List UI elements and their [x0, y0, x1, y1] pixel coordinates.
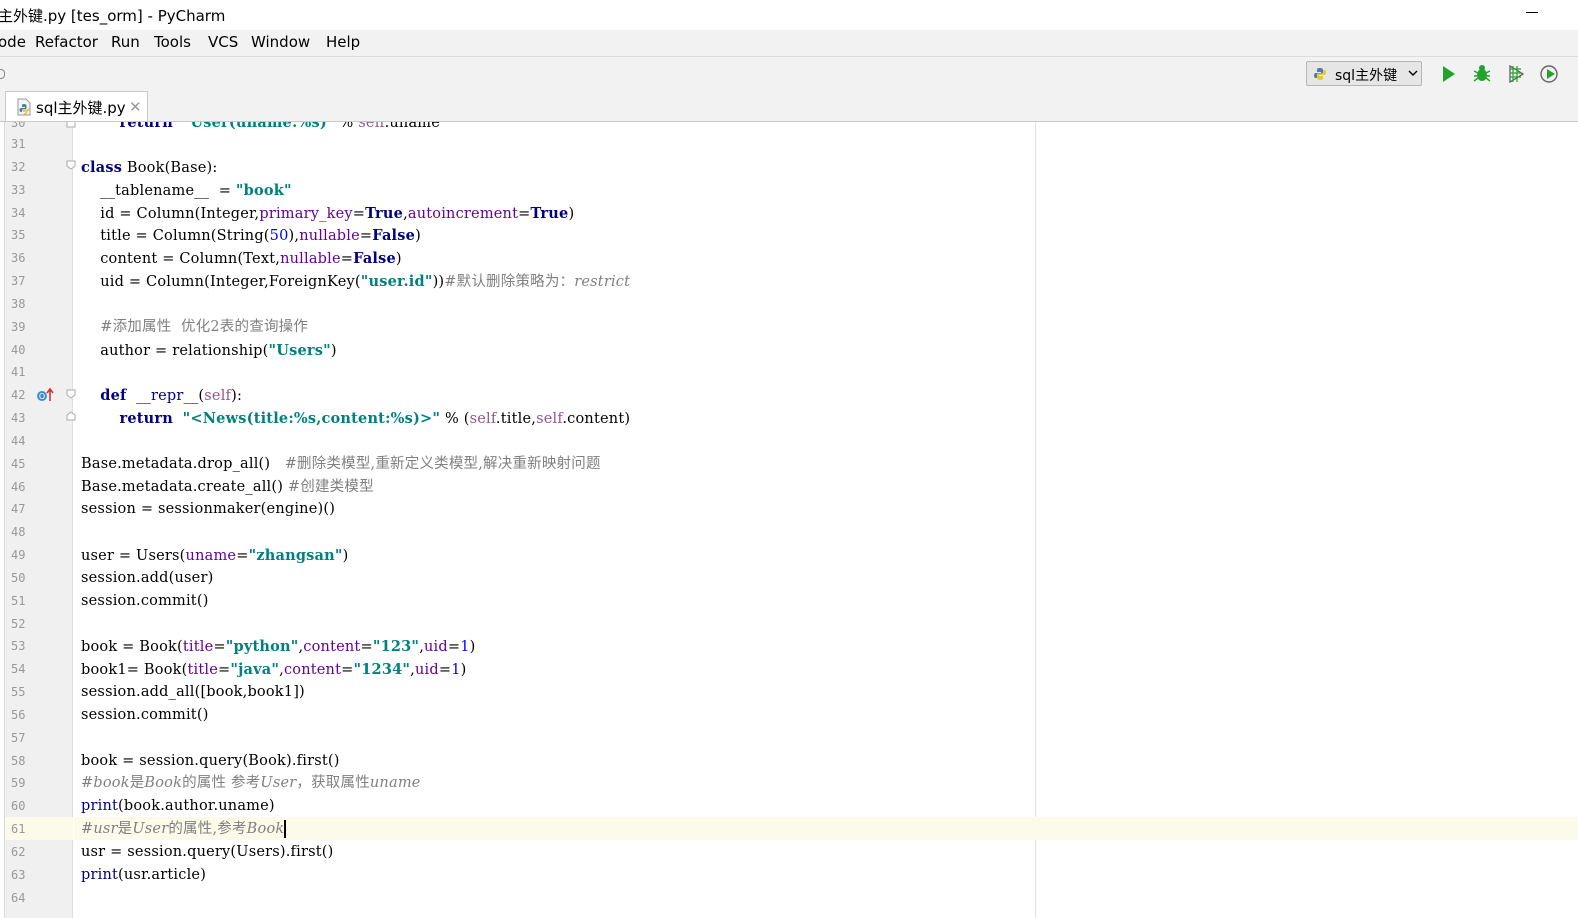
- line-number: 33: [11, 183, 26, 197]
- fold-end-marker-icon[interactable]: [66, 411, 76, 421]
- line-number: 59: [11, 776, 26, 790]
- menu-bar: ode Refactor Run Tools VCS Window Help: [0, 30, 1578, 56]
- line-number: 46: [11, 480, 26, 494]
- run-icon[interactable]: [1437, 63, 1459, 85]
- line-number: 62: [11, 845, 26, 859]
- line-number: 55: [11, 685, 26, 699]
- code-line: session.commit(): [81, 593, 209, 609]
- main-toolbar: sql主外键: [0, 56, 1578, 92]
- fold-marker-icon[interactable]: [66, 389, 76, 399]
- line-number: 64: [11, 891, 26, 905]
- code-line: session.commit(): [81, 707, 209, 723]
- fold-marker-icon[interactable]: [66, 160, 76, 170]
- run-with-coverage-icon[interactable]: [1505, 63, 1527, 85]
- line-number: 44: [11, 434, 26, 448]
- code-line: def __repr__(self):: [100, 387, 243, 404]
- code-line: print(usr.article): [81, 867, 207, 883]
- line-number: 32: [11, 160, 26, 174]
- run-configuration-select[interactable]: sql主外键: [1306, 61, 1422, 86]
- profile-icon[interactable]: [1539, 63, 1561, 85]
- line-number: 39: [11, 320, 26, 334]
- line-number: 56: [11, 708, 26, 722]
- code-line: class Book(Base):: [81, 159, 218, 176]
- line-number: 51: [11, 594, 26, 608]
- line-number: 54: [11, 662, 26, 676]
- run-config-label: sql主外键: [1335, 68, 1398, 84]
- code-line: return "<News(title:%s,content:%s)>" % (…: [119, 410, 631, 427]
- line-number: 40: [11, 343, 26, 357]
- line-number: 60: [11, 799, 26, 813]
- code-line: book = Book(title="python",content="123"…: [81, 638, 476, 655]
- fold-marker-icon[interactable]: [66, 122, 76, 128]
- tab-sql-main-foreign-key[interactable]: sql主外键.py ✕: [5, 91, 148, 121]
- code-line: Base.metadata.drop_all() #删除类模型,重新定义类模型,…: [81, 456, 601, 472]
- line-number: 61: [11, 822, 26, 836]
- code-line: return "User(uname:%s)" % self.uname: [119, 122, 441, 131]
- code-line: Base.metadata.create_all() #创建类模型: [81, 479, 374, 495]
- code-line: print(book.author.uname): [81, 798, 275, 814]
- code-line: #book是Book的属性 参考User，获取属性uname: [81, 775, 421, 791]
- svg-text:O: O: [39, 392, 45, 401]
- menu-vcs[interactable]: VCS: [208, 33, 238, 51]
- line-number: 43: [11, 411, 26, 425]
- line-number: 49: [11, 548, 26, 562]
- line-number: 35: [11, 228, 26, 242]
- line-number: 50: [11, 571, 26, 585]
- line-number: 42: [11, 388, 26, 402]
- line-number: 48: [11, 525, 26, 539]
- text-caret: [284, 820, 287, 838]
- code-line: content = Column(Text,nullable=False): [81, 250, 402, 267]
- code-line: session = sessionmaker(engine)(): [81, 501, 336, 517]
- caret-row-highlight: [74, 817, 1578, 840]
- menu-code[interactable]: ode: [0, 33, 26, 51]
- right-margin-guide: [1035, 122, 1036, 918]
- title-bar: 主外键.py [tes_orm] - PyCharm: [0, 0, 1578, 30]
- chevron-down-icon: [1408, 70, 1418, 76]
- line-number: 47: [11, 502, 26, 516]
- tab-label: sql主外键.py: [36, 99, 126, 117]
- code-line: title = Column(String(50),nullable=False…: [81, 227, 421, 244]
- python-icon: [1314, 68, 1326, 80]
- line-number: 57: [11, 731, 26, 745]
- menu-refactor[interactable]: Refactor: [35, 33, 98, 51]
- line-number: 41: [11, 365, 26, 379]
- code-line: session.add_all([book,book1]): [81, 684, 305, 700]
- code-editor[interactable]: 30 31 32 33 34 35 36 37 38 39 40 41 42 4…: [0, 122, 1578, 918]
- navigation-arrow-icon[interactable]: [0, 69, 5, 79]
- close-tab-icon[interactable]: ✕: [129, 98, 142, 116]
- code-line: id = Column(Integer,primary_key=True,aut…: [81, 205, 575, 222]
- code-line: uid = Column(Integer,ForeignKey("user.id…: [81, 273, 631, 290]
- code-line: session.add(user): [81, 570, 214, 586]
- line-number: 45: [11, 457, 26, 471]
- code-line: #添加属性 优化2表的查询操作: [100, 319, 309, 335]
- menu-window[interactable]: Window: [251, 33, 310, 51]
- python-file-icon: [17, 98, 31, 116]
- code-line: __tablename__ = "book": [81, 182, 292, 199]
- line-number: 37: [11, 274, 26, 288]
- code-line: usr = session.query(Users).first(): [81, 844, 334, 860]
- editor-tab-bar: sql主外键.py ✕: [0, 91, 1578, 122]
- menu-tools[interactable]: Tools: [154, 33, 191, 51]
- code-line: book = session.query(Book).first(): [81, 753, 340, 769]
- line-number: 36: [11, 251, 26, 265]
- window-title: 主外键.py [tes_orm] - PyCharm: [0, 7, 226, 25]
- debug-icon[interactable]: [1471, 63, 1493, 85]
- menu-help[interactable]: Help: [326, 33, 360, 51]
- line-number: 38: [11, 297, 26, 311]
- line-number: 52: [11, 617, 26, 631]
- line-number: 53: [11, 639, 26, 653]
- line-number: 31: [11, 137, 26, 151]
- line-number: 34: [11, 206, 26, 220]
- code-line: author = relationship("Users"): [81, 342, 337, 359]
- code-line: user = Users(uname="zhangsan"): [81, 547, 349, 564]
- minimize-button[interactable]: [1526, 12, 1538, 13]
- line-number: 63: [11, 868, 26, 882]
- code-line: #usr是User的属性,参考Book: [81, 820, 287, 838]
- line-number: 58: [11, 754, 26, 768]
- overrides-method-icon[interactable]: O: [36, 387, 54, 403]
- code-line: book1= Book(title="java",content="1234",…: [81, 661, 467, 678]
- menu-run[interactable]: Run: [111, 33, 140, 51]
